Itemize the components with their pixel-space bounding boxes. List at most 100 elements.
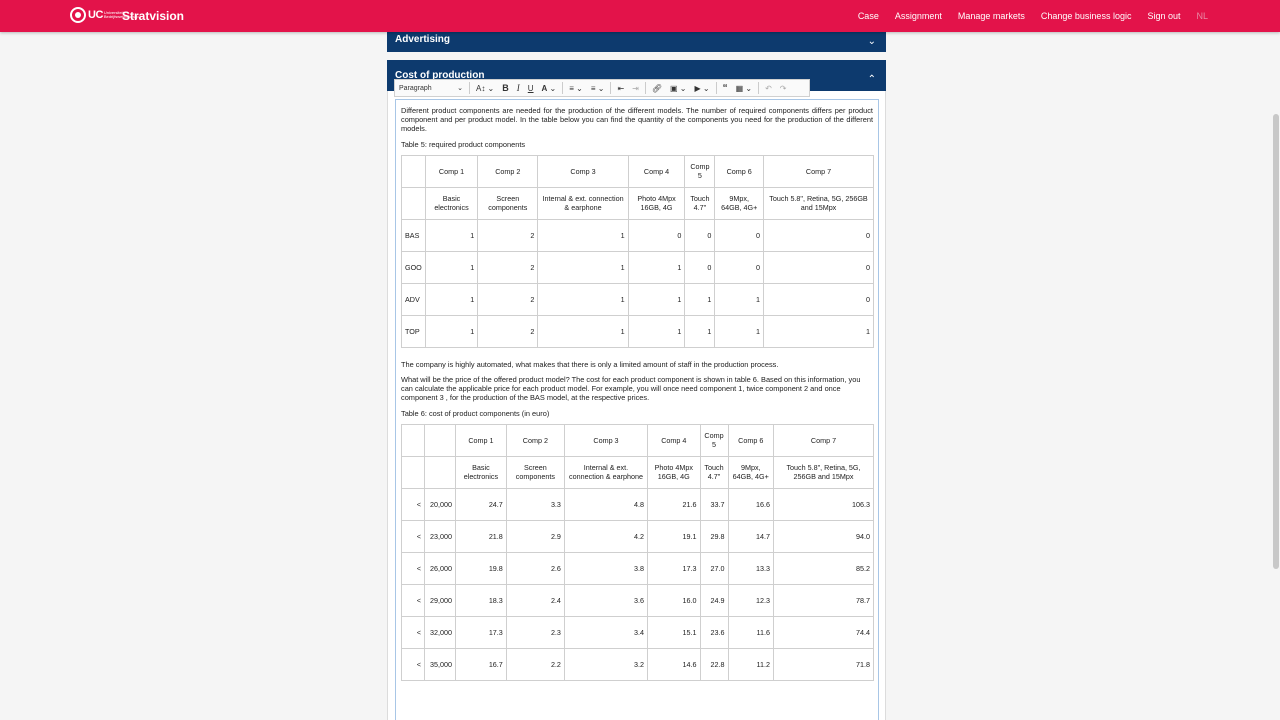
table-cell: 1 [424,282,479,316]
undo-button[interactable]: ↶ [761,80,776,96]
table-row: TOP 1 2 1 1 1 1 1 [401,314,874,348]
toolbar-divider [562,82,564,94]
insert-table-button[interactable]: ▦ ⌄ [732,80,756,96]
insert-media-button[interactable]: ▶ ⌄ [691,80,714,96]
table-header-cell: Comp 3 [537,154,629,188]
page-scrollbar[interactable] [1272,32,1280,720]
table-description-cell: Internal & ext. connection & earphone [537,186,629,220]
table-cell: 2.2 [505,647,565,681]
table-description-cell: 9Mpx, 64GB, 4G+ [727,455,775,489]
table-cell: 3.8 [563,551,649,585]
table-cell: 19.8 [455,551,507,585]
font-color-button[interactable]: A ⌄ [538,80,561,96]
table-cell: 2 [477,282,539,316]
insert-image-button[interactable]: ▣ ⌄ [666,80,690,96]
table-header-cell: Comp 2 [477,154,539,188]
table-header-cell: Comp 6 [727,423,775,457]
table-cell: 3.3 [505,487,565,521]
outdent-button[interactable]: ⇤ [613,80,628,96]
table-cell: 4.8 [563,487,649,521]
table-cell: 1 [627,282,686,316]
language-switch[interactable]: NL [1196,11,1208,21]
redo-icon: ↷ [779,83,787,93]
table-header-cell: Comp 6 [714,154,764,188]
table-cell: 2 [477,250,539,284]
scrollbar-thumb[interactable] [1273,114,1279,569]
table-description-cell: Touch 4.7" [699,455,729,489]
table-cell: 0 [763,282,874,316]
table-cell: 1 [537,314,629,348]
table-cell: 18.3 [455,583,507,617]
table-cell [401,154,426,188]
numbered-list-button[interactable]: ≡ ⌄ [587,80,609,96]
table-header-cell: Comp 4 [627,154,686,188]
table-description-cell: 9Mpx, 64GB, 4G+ [714,186,764,220]
quantity-cell: 32,000 [424,615,456,649]
paragraph-style-label: Paragraph [399,84,432,92]
nav-sign-out[interactable]: Sign out [1147,11,1180,21]
table-cell: 1 [684,314,716,348]
table-header-cell: Comp 7 [763,154,874,188]
link-button[interactable]: 🔗︎ [648,80,666,96]
quantity-cell: 26,000 [424,551,456,585]
blockquote-button[interactable]: “ [719,80,732,96]
table-cell: 22.8 [699,647,729,681]
numbered-list-icon: ≡ ⌄ [590,83,605,93]
nav-case[interactable]: Case [858,11,879,21]
rich-text-editor[interactable]: Different product components are needed … [395,99,879,720]
table-row: < 32,000 17.3 2.3 3.4 15.1 23.6 11.6 74.… [401,615,874,649]
bulleted-list-button[interactable]: ≡ ⌄ [565,80,587,96]
table-cell: 11.2 [727,647,775,681]
bold-icon: B [502,83,509,93]
table-cell [401,423,425,457]
quantity-cell: 20,000 [424,487,456,521]
nav-change-business-logic[interactable]: Change business logic [1041,11,1132,21]
table5-caption: Table 5: required product components [401,139,526,149]
uc-logo[interactable]: UC Universiteit Bedrijfswetenschap [70,7,139,23]
table-cell [424,423,456,457]
table-description-cell: Screen components [505,455,565,489]
table-cell: 23.6 [699,615,729,649]
toolbar-divider [644,82,646,94]
quote-icon: “ [722,82,728,94]
font-size-button[interactable]: A↕ ⌄ [472,80,498,96]
nav-assignment[interactable]: Assignment [895,11,942,21]
table-header-cell: Comp 3 [563,423,649,457]
app-title[interactable]: Stratvision [122,9,184,23]
font-color-icon: A ⌄ [541,83,557,93]
table-cell: 1 [424,314,479,348]
table-header-cell: Comp 2 [505,423,565,457]
table-cell: 71.8 [773,647,874,681]
operator-cell: < [401,519,425,553]
table-row: ADV 1 2 1 1 1 1 0 [401,282,874,316]
table-description-cell: Screen components [477,186,539,220]
redo-button[interactable]: ↷ [776,80,791,96]
table-cell: 3.2 [563,647,649,681]
operator-cell: < [401,551,425,585]
table6-caption: Table 6: cost of product components (in … [401,408,550,418]
chevron-up-icon: ⌃ [867,74,876,85]
image-icon: ▣ ⌄ [670,83,687,93]
operator-cell: < [401,487,425,521]
table-cell: 33.7 [699,487,729,521]
bold-button[interactable]: B [498,80,513,96]
paragraph-style-dropdown[interactable]: Paragraph ⌄ [395,80,467,96]
table-cell: 17.3 [455,615,507,649]
table-cell: 1 [627,314,686,348]
table-cell: 29.8 [699,519,729,553]
operator-cell: < [401,583,425,617]
underline-icon: U [527,83,534,93]
table-cell: 0 [763,218,874,252]
table-cell: 0 [763,250,874,284]
logo-mark-icon [70,7,86,23]
italic-icon: I [516,83,520,93]
nav-manage-markets[interactable]: Manage markets [958,11,1025,21]
italic-button[interactable]: I [513,80,524,96]
indent-button[interactable]: ⇥ [628,80,643,96]
table-cell: 13.3 [727,551,775,585]
underline-button[interactable]: U [524,80,538,96]
undo-icon: ↶ [765,83,772,93]
table-cell: 27.0 [699,551,729,585]
editor-toolbar: Paragraph ⌄ A↕ ⌄ B I U A ⌄ ≡ ⌄ ≡ ⌄ ⇤ ⇥ 🔗… [394,79,810,97]
table-cell: 2 [477,218,539,252]
